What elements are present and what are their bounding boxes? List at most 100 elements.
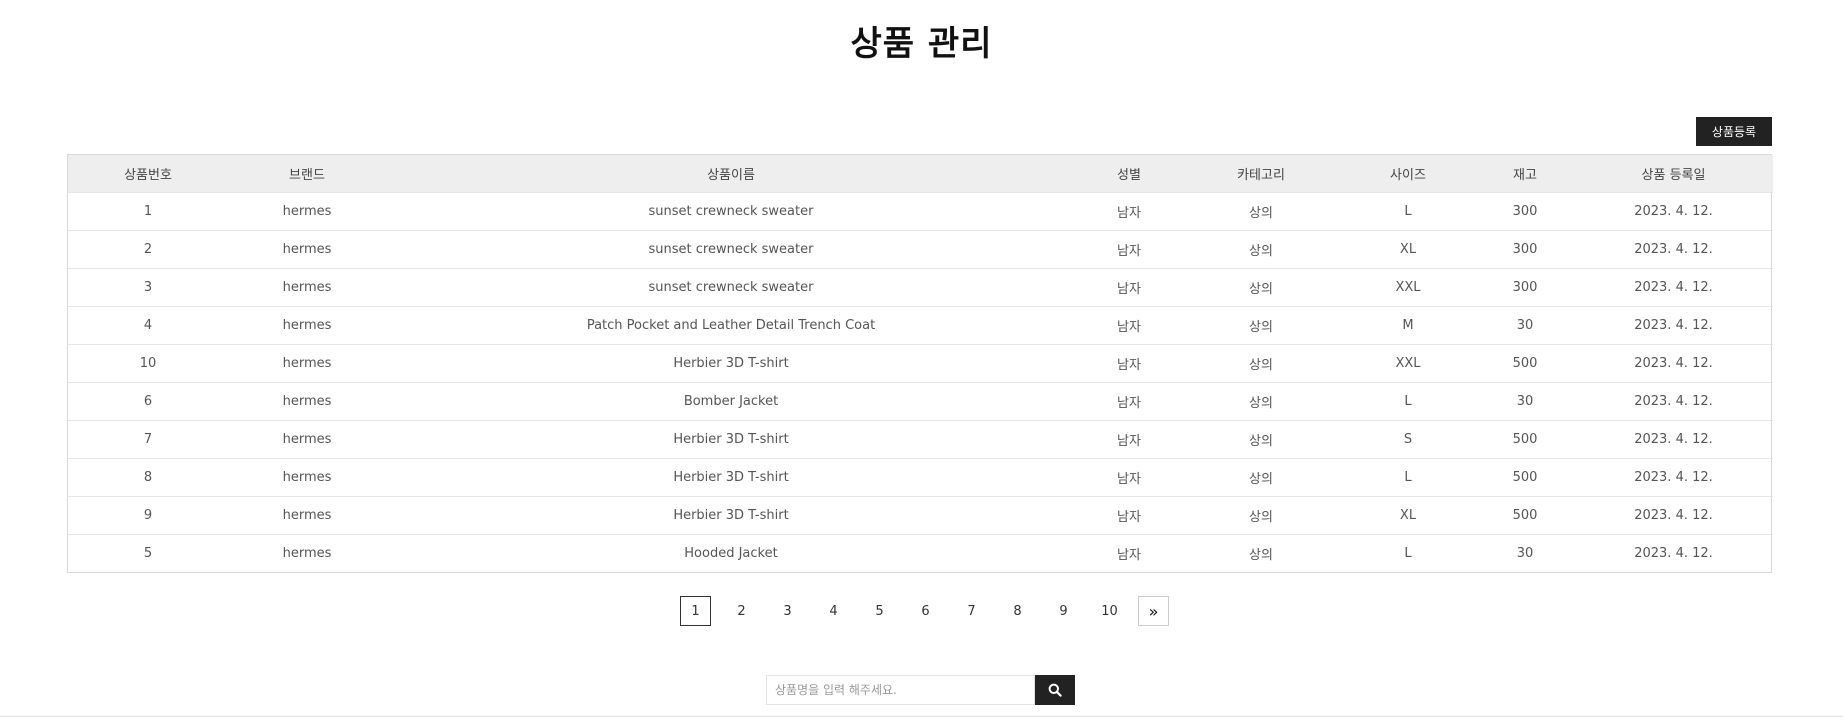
column-header: 상품 등록일 (1641, 167, 1706, 183)
page-link-3[interactable]: 3 (772, 596, 803, 626)
table-row[interactable]: 9 hermes Herbier 3D T-shirt 남자 상의 XL 500 2023. … (68, 496, 1773, 534)
table-cell: 상의 (1249, 205, 1273, 221)
next-pages-button[interactable]: » (1138, 596, 1169, 626)
register-product-button[interactable]: 상품등록 (1696, 117, 1772, 146)
table-cell: 30 (1516, 545, 1534, 561)
table-cell: hermes (282, 355, 332, 371)
column-header: 재고 (1513, 167, 1537, 183)
table-cell: 2023. 4. 12. (1634, 355, 1713, 371)
search-input[interactable] (766, 675, 1035, 705)
search-icon (1048, 683, 1062, 697)
table-cell: 상의 (1249, 433, 1273, 449)
page-link-6[interactable]: 6 (910, 596, 941, 626)
page-link-8[interactable]: 8 (1002, 596, 1033, 626)
table-cell: 8 (143, 469, 153, 485)
table-cell: 1 (143, 203, 153, 219)
table-cell: 2023. 4. 12. (1634, 203, 1713, 219)
table-cell: 남자 (1117, 205, 1141, 221)
table-cell: hermes (282, 431, 332, 447)
table-cell: 500 (1512, 507, 1538, 523)
table-cell: 7 (143, 431, 153, 447)
table-cell: 상의 (1249, 509, 1273, 525)
table-cell: 300 (1512, 203, 1538, 219)
product-table: 상품번호 브랜드 상품이름 성별 카테고리 사이즈 재고 상품 등록일 1 hermes suns… (68, 155, 1773, 572)
table-cell: XL (1399, 241, 1417, 257)
column-header: 사이즈 (1390, 167, 1426, 183)
table-cell: hermes (282, 317, 332, 333)
table-cell: 남자 (1117, 319, 1141, 335)
table-cell: 상의 (1249, 357, 1273, 373)
column-header: 브랜드 (289, 167, 325, 183)
table-header-row: 상품번호 브랜드 상품이름 성별 카테고리 사이즈 재고 상품 등록일 (68, 155, 1773, 192)
table-cell: 30 (1516, 393, 1534, 409)
table-cell: M (1402, 317, 1414, 333)
table-row[interactable]: 10 hermes Herbier 3D T-shirt 남자 상의 XXL 500 2023… (68, 344, 1773, 382)
table-cell: sunset crewneck sweater (648, 241, 814, 257)
page-link-2[interactable]: 2 (726, 596, 757, 626)
table-row[interactable]: 7 hermes Herbier 3D T-shirt 남자 상의 S 500 2023. 4… (68, 420, 1773, 458)
table-cell: 남자 (1117, 357, 1141, 373)
table-row[interactable]: 5 hermes Hooded Jacket 남자 상의 L 30 2023. 4. 12. (68, 534, 1773, 572)
table-cell: 상의 (1249, 395, 1273, 411)
table-cell: 500 (1512, 355, 1538, 371)
column-header: 성별 (1117, 167, 1141, 183)
table-cell: 상의 (1249, 471, 1273, 487)
table-cell: Hooded Jacket (684, 545, 778, 561)
product-table-container: 상품번호 브랜드 상품이름 성별 카테고리 사이즈 재고 상품 등록일 1 hermes suns… (67, 154, 1773, 573)
table-cell: 남자 (1117, 243, 1141, 259)
table-cell: L (1404, 545, 1412, 561)
table-cell: 남자 (1117, 281, 1141, 297)
page-link-1[interactable]: 1 (680, 596, 711, 626)
table-cell: XXL (1395, 355, 1421, 371)
table-cell: 남자 (1117, 395, 1141, 411)
table-cell: 10 (139, 355, 157, 371)
table-row[interactable]: 2 hermes sunset crewneck sweater 남자 상의 XL 300 2… (68, 230, 1773, 268)
table-cell: 2023. 4. 12. (1634, 545, 1713, 561)
table-cell: 2023. 4. 12. (1634, 241, 1713, 257)
search-button[interactable] (1035, 675, 1075, 705)
table-cell: sunset crewneck sweater (648, 203, 814, 219)
column-header: 상품이름 (707, 167, 755, 183)
table-row[interactable]: 6 hermes Bomber Jacket 남자 상의 L 30 2023. 4. 12. (68, 382, 1773, 420)
table-cell: 9 (143, 507, 153, 523)
table-cell: Bomber Jacket (683, 393, 779, 409)
product-management-page: 상품 관리 상품등록 상품번호 브랜드 상품이름 성별 카테고리 사이즈 재고 상품 등록일 … (0, 0, 1843, 718)
page-link-7[interactable]: 7 (956, 596, 987, 626)
table-cell: 5 (143, 545, 153, 561)
table-cell: hermes (282, 203, 332, 219)
table-cell: 500 (1512, 469, 1538, 485)
table-cell: 2023. 4. 12. (1634, 469, 1713, 485)
table-cell: Patch Pocket and Leather Detail Trench C… (586, 317, 876, 333)
page-title: 상품 관리 (850, 24, 993, 64)
table-cell: 남자 (1117, 471, 1141, 487)
table-cell: 상의 (1249, 547, 1273, 563)
table-row[interactable]: 4 hermes Patch Pocket and Leather Detail T… (68, 306, 1773, 344)
table-cell: hermes (282, 241, 332, 257)
table-row[interactable]: 1 hermes sunset crewneck sweater 남자 상의 L 300 20… (68, 192, 1773, 230)
table-cell: 6 (143, 393, 153, 409)
table-cell: 4 (143, 317, 153, 333)
search-bar (766, 675, 1075, 705)
table-row[interactable]: 3 hermes sunset crewneck sweater 남자 상의 XXL 300… (68, 268, 1773, 306)
page-link-10[interactable]: 10 (1094, 596, 1125, 626)
table-cell: 상의 (1249, 319, 1273, 335)
page-link-4[interactable]: 4 (818, 596, 849, 626)
table-cell: hermes (282, 279, 332, 295)
table-cell: hermes (282, 469, 332, 485)
page-link-9[interactable]: 9 (1048, 596, 1079, 626)
table-cell: Herbier 3D T-shirt (673, 507, 789, 523)
page-link-5[interactable]: 5 (864, 596, 895, 626)
table-cell: 2023. 4. 12. (1634, 279, 1713, 295)
table-cell: 2023. 4. 12. (1634, 431, 1713, 447)
table-cell: 2023. 4. 12. (1634, 507, 1713, 523)
table-cell: 남자 (1117, 509, 1141, 525)
table-cell: hermes (282, 507, 332, 523)
table-cell: S (1403, 431, 1413, 447)
table-cell: L (1404, 203, 1412, 219)
table-cell: 2023. 4. 12. (1634, 317, 1713, 333)
pagination: 1 2 3 4 5 6 7 8 9 10 » (680, 596, 1169, 626)
table-cell: 상의 (1249, 243, 1273, 259)
table-cell: hermes (282, 545, 332, 561)
table-cell: 300 (1512, 241, 1538, 257)
table-row[interactable]: 8 hermes Herbier 3D T-shirt 남자 상의 L 500 2023. 4… (68, 458, 1773, 496)
